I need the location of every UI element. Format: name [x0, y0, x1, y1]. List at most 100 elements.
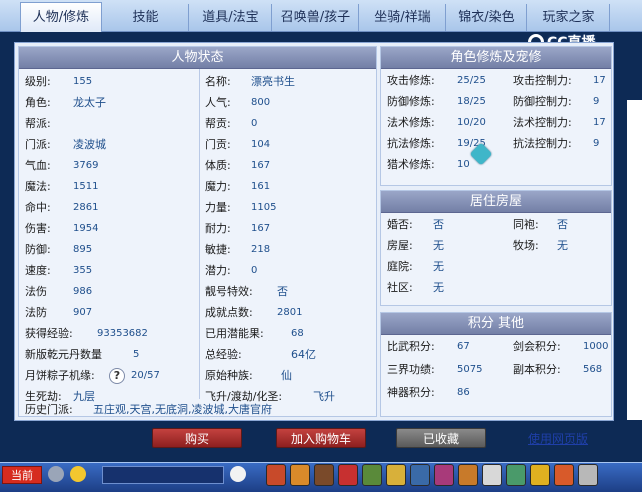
quick-icon[interactable]	[458, 464, 478, 486]
history-sect-label: 历史门派:	[25, 403, 73, 416]
give-icon[interactable]	[314, 464, 334, 486]
tab-outfits[interactable]: 锦衣/染色	[447, 4, 527, 31]
stat-row: 帮贡: 0	[205, 114, 257, 134]
stat-label: 帮贡:	[205, 117, 231, 130]
stat-value: 986	[73, 286, 93, 297]
stat-label: 潜力:	[205, 264, 231, 277]
housing-row: 房屋: 无	[387, 236, 444, 256]
column-divider	[199, 69, 200, 399]
stat-row: 已用潜能果: 68	[205, 324, 304, 344]
points-row: 副本积分: 568	[513, 360, 602, 380]
tab-character[interactable]: 人物/修炼	[20, 2, 102, 32]
stat-label: 靓号特效:	[205, 285, 253, 298]
stat-value: 355	[73, 265, 93, 276]
cultivation-row: 抗法控制力: 9	[513, 134, 599, 154]
stat-row: 级别: 155	[25, 72, 92, 92]
housing-label: 房屋:	[387, 239, 413, 252]
housing-section: 居住房屋 婚否: 否 同袍: 否 房屋: 无 牧场: 无 庭院: 无 社区: 无	[380, 190, 612, 306]
pet-icon[interactable]	[386, 464, 406, 486]
tab-player-home[interactable]: 玩家之家	[528, 4, 610, 31]
stat-value: 0	[251, 265, 258, 276]
stat-label: 防御:	[25, 243, 51, 256]
stat-row: 法防 907	[25, 303, 92, 323]
cultivation-value: 9	[593, 138, 600, 149]
points-label: 神器积分:	[387, 386, 435, 399]
friends-icon[interactable]	[482, 464, 502, 486]
tab-pets[interactable]: 召唤兽/孩子	[273, 4, 359, 31]
stat-row: 靓号特效: 否	[205, 282, 288, 302]
character-panel: 人物状态 级别: 155 角色: 龙太子 帮派: 门派: 凌波城 气血: 3769 魔法…	[14, 42, 614, 421]
web-version-link[interactable]: 使用网页版	[528, 430, 588, 447]
buy-button[interactable]: 购买	[152, 428, 242, 448]
favorited-button[interactable]: 已收藏	[396, 428, 486, 448]
skills-icon[interactable]	[506, 464, 526, 486]
pet-avatar-icon[interactable]	[230, 466, 246, 482]
stat-label: 耐力:	[205, 222, 231, 235]
stat-row: 防御: 895	[25, 240, 92, 260]
system-icon[interactable]	[530, 464, 550, 486]
item-icon[interactable]	[290, 464, 310, 486]
cultivation-row: 抗法修炼: 19/25	[387, 134, 486, 154]
stat-value: 2861	[73, 202, 99, 213]
tab-bar: 人物/修炼 技能 道具/法宝 召唤兽/孩子 坐骑/祥瑞 锦衣/染色 玩家之家	[0, 0, 642, 32]
stat-label: 魔力:	[205, 180, 231, 193]
stat-label: 魔法:	[25, 180, 51, 193]
team-icon[interactable]	[362, 464, 382, 486]
housing-label: 社区:	[387, 281, 413, 294]
stat-row: 速度: 355	[25, 261, 92, 281]
attack-icon[interactable]	[266, 464, 286, 486]
emoji-icon[interactable]	[70, 466, 86, 482]
stat-row: 成就点数: 2801	[205, 303, 302, 323]
tab-mounts[interactable]: 坐骑/祥瑞	[360, 4, 446, 31]
housing-row: 庭院: 无	[387, 257, 444, 277]
points-value: 67	[457, 341, 470, 352]
shop-icon[interactable]	[554, 464, 574, 486]
add-to-cart-button[interactable]: 加入购物车	[276, 428, 366, 448]
cultivation-row: 攻击控制力: 17	[513, 71, 606, 91]
stat-label: 级别:	[25, 75, 51, 88]
current-channel-button[interactable]: 当前	[2, 466, 42, 484]
cultivation-value: 9	[593, 96, 600, 107]
stat-row: 门贡: 104	[205, 135, 270, 155]
housing-label: 同袍:	[513, 218, 539, 231]
tab-skills[interactable]: 技能	[103, 4, 189, 31]
trade-icon[interactable]	[338, 464, 358, 486]
cultivation-section: 角色修炼及宠修 攻击修炼: 25/25 攻击控制力: 17 防御修炼: 18/25 防…	[380, 46, 612, 186]
points-label: 剑会积分:	[513, 340, 561, 353]
stat-row: 总经验: 64亿	[205, 345, 316, 365]
stat-value: 1954	[73, 223, 99, 234]
stat-value: 93353682	[97, 328, 148, 339]
stat-row: 潜力: 0	[205, 261, 257, 281]
points-title: 积分 其他	[381, 313, 611, 335]
stat-value: 2801	[277, 307, 303, 318]
character-status-section: 人物状态 级别: 155 角色: 龙太子 帮派: 门派: 凌波城 气血: 3769 魔法…	[18, 46, 377, 417]
stat-value: 飞升	[313, 390, 335, 403]
stat-row: 气血: 3769	[25, 156, 98, 176]
tab-items[interactable]: 道具/法宝	[190, 4, 272, 31]
stat-value: 凌波城	[73, 138, 106, 151]
settings-icon[interactable]	[578, 464, 598, 486]
stat-value: 1511	[73, 181, 99, 192]
housing-row: 牧场: 无	[513, 236, 568, 256]
task-icon[interactable]	[410, 464, 430, 486]
stat-label: 人气:	[205, 96, 231, 109]
stat-row: 月饼粽子机缘:? 20/57	[25, 366, 160, 386]
stat-value: 0	[251, 118, 258, 129]
housing-value: 无	[433, 281, 444, 294]
help-icon[interactable]: ?	[109, 368, 125, 384]
stat-row: 体质: 167	[205, 156, 270, 176]
cultivation-row: 防御修炼: 18/25	[387, 92, 486, 112]
cultivation-value: 17	[593, 75, 606, 86]
housing-value: 无	[557, 239, 568, 252]
microphone-icon[interactable]	[48, 466, 64, 482]
history-sect-row: 历史门派: 五庄观,天宫,无底洞,凌波城,大唐官府	[25, 400, 272, 420]
chat-input[interactable]	[102, 466, 224, 484]
points-row: 剑会积分: 1000	[513, 337, 608, 357]
stat-label: 角色:	[25, 96, 51, 109]
housing-label: 庭院:	[387, 260, 413, 273]
stat-row: 门派: 凌波城	[25, 135, 106, 155]
stat-row: 人气: 800	[205, 93, 270, 113]
cultivation-row: 防御控制力: 9	[513, 92, 599, 112]
stat-label: 获得经验:	[25, 327, 73, 340]
gang-icon[interactable]	[434, 464, 454, 486]
